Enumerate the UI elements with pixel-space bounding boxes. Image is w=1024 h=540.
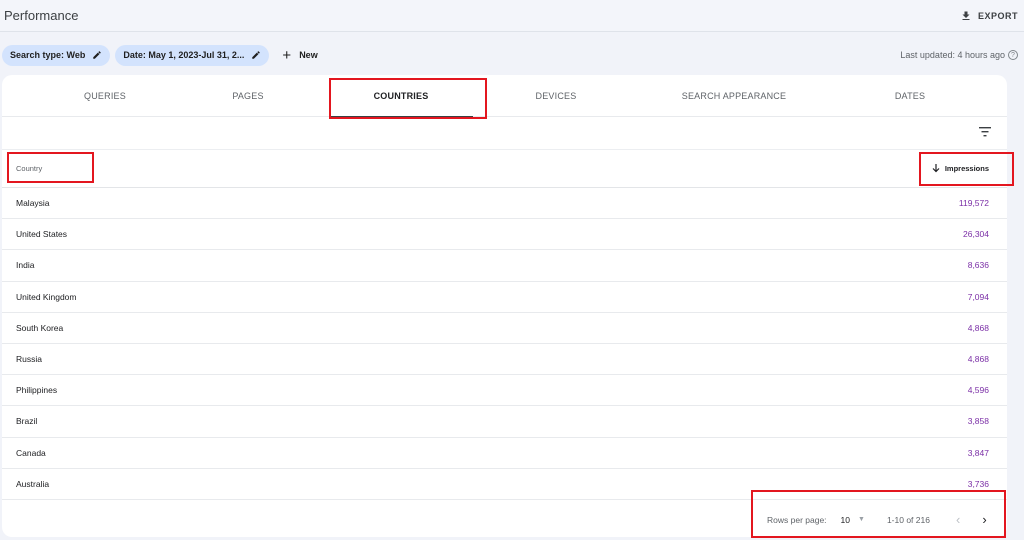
date-label: Date: May 1, 2023-Jul 31, 2... [123, 50, 245, 60]
last-updated: Last updated: 4 hours ago ? [900, 50, 1022, 60]
column-header-country[interactable]: Country [16, 164, 42, 173]
country-cell: Russia [16, 354, 42, 365]
chevron-right-icon[interactable]: › [982, 512, 986, 527]
impressions-cell: 3,736 [967, 478, 989, 489]
page-range: 1-10 of 216 [886, 514, 930, 525]
table-body: Malaysia 119,572 United States 26,304 Indi… [2, 188, 1007, 500]
page-title: Performance [4, 8, 79, 23]
table-row[interactable]: South Korea 4,868 [2, 313, 1007, 344]
table-row[interactable]: Canada 3,847 [2, 438, 1007, 469]
table-row[interactable]: Russia 4,868 [2, 344, 1007, 376]
export-label: EXPORT [977, 10, 1018, 21]
column-header-impressions[interactable]: Impressions [932, 164, 989, 173]
tab-dates[interactable]: DATES [852, 75, 968, 117]
tab-pages[interactable]: PAGES [190, 75, 306, 117]
search-type-label: Search type: Web [10, 50, 86, 60]
plus-icon: + [282, 46, 292, 64]
impressions-cell: 3,847 [967, 447, 989, 458]
country-cell: South Korea [16, 322, 64, 333]
table-row[interactable]: India 8,636 [2, 250, 1007, 282]
new-filter-button[interactable]: + New [282, 48, 317, 63]
impressions-cell: 4,596 [967, 385, 989, 396]
rows-per-page-label: Rows per page: [767, 514, 827, 525]
country-cell: Australia [16, 478, 50, 489]
impressions-cell: 119,572 [958, 198, 989, 209]
table-header: Country Impressions [2, 150, 1007, 188]
impressions-cell: 3,858 [967, 416, 989, 427]
chevron-left-icon[interactable]: ‹ [956, 512, 960, 527]
new-label: New [299, 50, 318, 60]
impressions-cell: 4,868 [967, 322, 989, 333]
caret-down-icon[interactable]: ▼ [858, 516, 865, 523]
edit-icon [93, 51, 102, 59]
download-icon [962, 11, 970, 20]
filter-bar: Search type: Web Date: May 1, 2023-Jul 3… [0, 44, 1024, 66]
table-row[interactable]: Malaysia 119,572 [2, 188, 1007, 220]
impressions-label: Impressions [944, 164, 989, 173]
help-icon[interactable]: ? [1008, 50, 1018, 60]
impressions-cell: 26,304 [963, 229, 989, 240]
search-type-chip[interactable]: Search type: Web [2, 44, 111, 66]
country-cell: Canada [16, 447, 46, 458]
country-cell: United States [16, 229, 68, 240]
arrow-down-icon [932, 164, 940, 173]
pagination: Rows per page: 10 ▼ 1-10 of 216 ‹ › [747, 502, 1007, 537]
tab-countries[interactable]: COUNTRIES [329, 75, 473, 118]
impressions-cell: 7,094 [967, 291, 989, 302]
last-updated-text: Last updated: 4 hours ago [900, 50, 1005, 60]
table-row[interactable]: United Kingdom 7,094 [2, 282, 1007, 313]
edit-icon [252, 51, 261, 59]
table-row[interactable]: United States 26,304 [2, 219, 1007, 251]
report-card: QUERIES PAGES COUNTRIES DEVICES SEARCH A… [2, 75, 1007, 537]
table-row[interactable]: Australia 3,736 [2, 469, 1007, 500]
table-row[interactable]: Philippines 4,596 [2, 375, 1007, 407]
country-cell: United Kingdom [16, 291, 77, 302]
impressions-cell: 8,636 [967, 260, 989, 271]
impressions-cell: 4,868 [967, 354, 989, 365]
top-bar: Performance EXPORT [0, 0, 1024, 32]
export-button[interactable]: EXPORT [960, 10, 1018, 22]
rows-per-page-select[interactable]: 10 [841, 515, 850, 525]
country-cell: Malaysia [16, 198, 50, 209]
table-filter-row [2, 117, 1007, 150]
tab-bar: QUERIES PAGES COUNTRIES DEVICES SEARCH A… [2, 75, 1007, 118]
country-cell: India [16, 260, 35, 271]
country-cell: Philippines [16, 385, 58, 396]
tab-search-appearance[interactable]: SEARCH APPEARANCE [660, 75, 808, 117]
tab-devices[interactable]: DEVICES [498, 75, 614, 117]
country-cell: Brazil [16, 416, 38, 427]
filter-icon[interactable] [979, 127, 991, 137]
tab-queries[interactable]: QUERIES [47, 75, 163, 117]
table-row[interactable]: Brazil 3,858 [2, 406, 1007, 438]
date-chip[interactable]: Date: May 1, 2023-Jul 31, 2... [115, 44, 270, 66]
